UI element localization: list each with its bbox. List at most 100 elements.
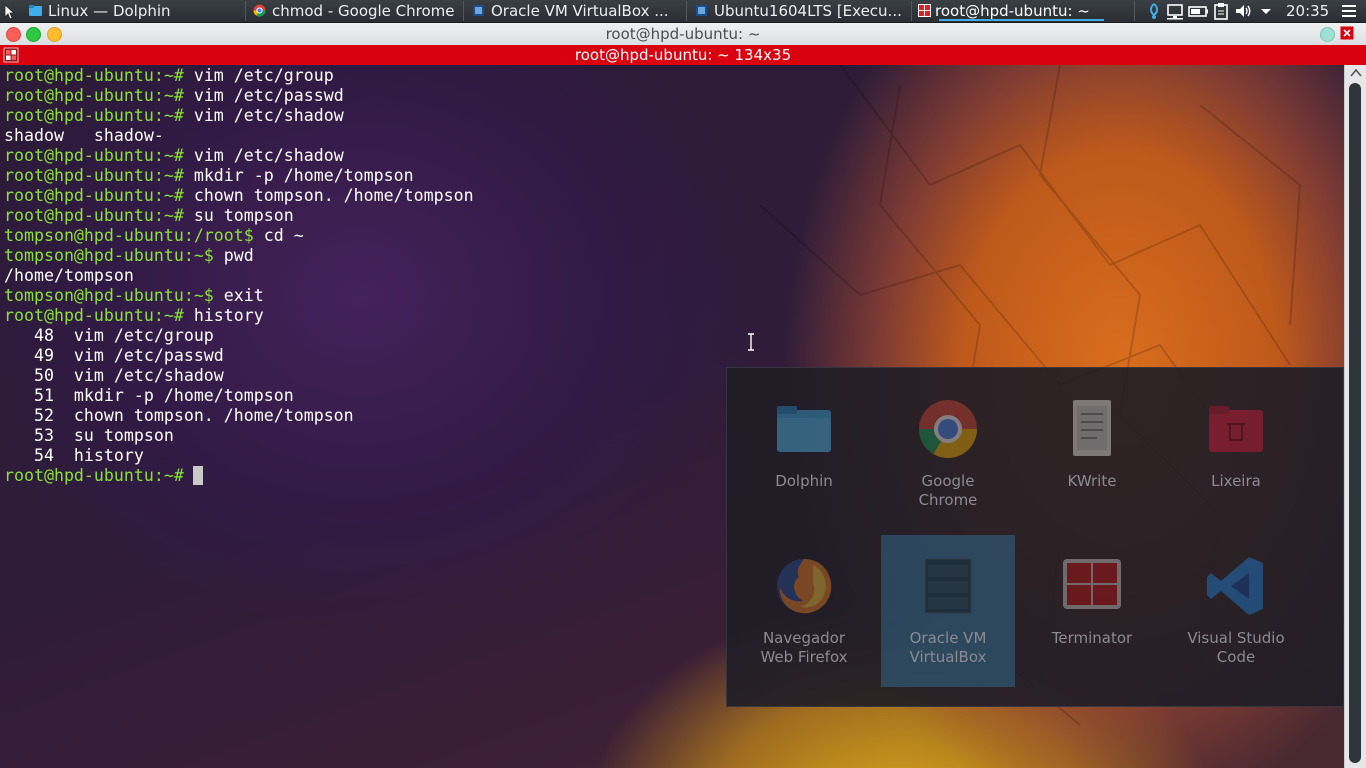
terminal-header-label: root@hpd-ubuntu: ~ 134x35 — [574, 46, 792, 64]
command-output: shadow shadow- — [4, 126, 164, 145]
task-ubuntu-vm[interactable]: Ubuntu1604LTS [Execu... — [688, 1, 912, 21]
clipboard-icon[interactable] — [1212, 2, 1230, 20]
terminator-icon — [1063, 559, 1121, 609]
application-launcher-icon[interactable] — [2, 2, 18, 20]
volume-icon[interactable] — [1234, 2, 1252, 20]
keep-above-button[interactable] — [1320, 27, 1335, 42]
command-output: 52 chown tompson. /home/tompson — [4, 406, 354, 425]
scroll-up-arrow-icon[interactable] — [1350, 68, 1362, 78]
command-output: 51 mkdir -p /home/tompson — [4, 386, 294, 405]
shell-prompt: root@hpd-ubuntu:~# — [4, 306, 194, 325]
command-output: 53 su tompson — [4, 426, 174, 445]
app-launcher-overlay: Dolphin Google Chrome KWrite Lixeira Nav… — [726, 367, 1344, 707]
task-label: chmod - Google Chrome — [272, 2, 455, 20]
panel-menu-icon[interactable] — [1340, 3, 1358, 19]
launcher-app-firefox[interactable]: Navegador Web Firefox — [737, 555, 871, 707]
trash-icon — [1209, 406, 1263, 452]
window-titlebar[interactable]: root@hpd-ubuntu: ~ — [0, 23, 1366, 46]
display-icon[interactable] — [1166, 2, 1186, 20]
terminal-line: 53 su tompson — [4, 426, 474, 446]
command-output: 49 vim /etc/passwd — [4, 346, 224, 365]
task-virtualbox-manager[interactable]: Oracle VM VirtualBox ... — [465, 1, 687, 21]
minimize-button[interactable] — [47, 27, 62, 42]
terminal-line: root@hpd-ubuntu:~# mkdir -p /home/tompso… — [4, 166, 474, 186]
maximize-button[interactable] — [26, 27, 41, 42]
shell-prompt: root@hpd-ubuntu:~# — [4, 166, 194, 185]
terminal-area[interactable]: root@hpd-ubuntu:~# vim /etc/group root@hp… — [0, 65, 1344, 768]
terminal-line: tompson@hpd-ubuntu:/root$ cd ~ — [4, 226, 474, 246]
clock[interactable]: 20:35 — [1286, 0, 1329, 22]
task-dolphin[interactable]: Linux — Dolphin — [22, 1, 246, 21]
shell-command: history — [193, 306, 264, 325]
taskbar: Linux — Dolphin chmod - Google Chrome Or… — [0, 0, 1366, 23]
terminal-line: 52 chown tompson. /home/tompson — [4, 406, 474, 426]
command-output: 54 history — [4, 446, 144, 465]
terminal-line: tompson@hpd-ubuntu:~$ pwd — [4, 246, 474, 266]
terminal-line: root@hpd-ubuntu:~# vim /etc/passwd — [4, 86, 474, 106]
launcher-app-lixeira[interactable]: Lixeira — [1169, 398, 1303, 550]
terminal-line: /home/tompson — [4, 266, 474, 286]
app-label: Terminator — [1051, 629, 1133, 647]
app-label: Navegador Web Firefox — [760, 629, 848, 666]
task-label: Oracle VM VirtualBox ... — [491, 2, 669, 20]
terminal-line: 54 history — [4, 446, 474, 466]
task-chrome[interactable]: chmod - Google Chrome — [246, 1, 464, 21]
shell-command: vim /etc/passwd — [193, 86, 344, 105]
battery-icon[interactable] — [1188, 2, 1210, 20]
shell-command: vim /etc/group — [193, 66, 334, 85]
shell-prompt: tompson@hpd-ubuntu:~$ — [4, 286, 224, 305]
virtualbox-icon — [473, 5, 484, 16]
terminal-line: root@hpd-ubuntu:~# vim /etc/shadow — [4, 106, 474, 126]
task-terminator[interactable]: root@hpd-ubuntu: ~ — [913, 1, 1135, 21]
shell-prompt: root@hpd-ubuntu:~# — [4, 466, 194, 485]
terminal-cursor — [193, 466, 203, 485]
scrollbar-thumb[interactable] — [1349, 83, 1361, 763]
window-close-x-icon[interactable] — [1340, 26, 1354, 40]
terminal-line: root@hpd-ubuntu:~# chown tompson. /home/… — [4, 186, 474, 206]
launcher-app-google-chrome[interactable]: Google Chrome — [881, 398, 1015, 550]
shell-prompt: root@hpd-ubuntu:~# — [4, 206, 194, 225]
app-label: Dolphin — [775, 472, 833, 490]
terminal-line: 49 vim /etc/passwd — [4, 346, 474, 366]
launcher-app-kwrite[interactable]: KWrite — [1025, 398, 1159, 550]
task-label: Ubuntu1604LTS [Execu... — [714, 2, 902, 20]
shell-command: mkdir -p /home/tompson — [193, 166, 414, 185]
shell-command: vim /etc/shadow — [193, 146, 344, 165]
close-button[interactable] — [6, 27, 21, 42]
shell-command: exit — [223, 286, 264, 305]
virtualbox-icon — [924, 558, 972, 614]
chrome-icon — [253, 4, 266, 17]
app-label: KWrite — [1067, 472, 1117, 490]
launcher-app-virtualbox[interactable]: Oracle VM VirtualBox — [881, 535, 1015, 687]
terminal-scrollbar[interactable] — [1344, 65, 1366, 768]
vscode-icon — [1207, 557, 1263, 615]
shell-prompt: root@hpd-ubuntu:~# — [4, 66, 194, 85]
shell-command: cd ~ — [263, 226, 304, 245]
command-output: 48 vim /etc/group — [4, 326, 214, 345]
network-icon[interactable] — [1146, 2, 1162, 20]
shell-command: su tompson — [193, 206, 294, 225]
terminal-output: root@hpd-ubuntu:~# vim /etc/group root@hp… — [4, 66, 474, 486]
task-label: Linux — Dolphin — [48, 2, 171, 20]
terminal-line: root@hpd-ubuntu:~# vim /etc/group — [4, 66, 474, 86]
terminator-icon[interactable] — [3, 47, 19, 63]
shell-prompt: root@hpd-ubuntu:~# — [4, 146, 194, 165]
shell-prompt: root@hpd-ubuntu:~# — [4, 186, 194, 205]
shell-prompt: tompson@hpd-ubuntu:/root$ — [4, 226, 264, 245]
shell-prompt: tompson@hpd-ubuntu:~$ — [4, 246, 224, 265]
app-label: Oracle VM VirtualBox — [909, 629, 987, 666]
launcher-app-terminator[interactable]: Terminator — [1025, 555, 1159, 707]
launcher-app-vscode[interactable]: Visual Studio Code — [1169, 555, 1303, 707]
terminal-title-bar[interactable]: root@hpd-ubuntu: ~ 134x35 — [0, 45, 1366, 65]
app-label: Lixeira — [1211, 472, 1261, 490]
terminator-icon — [918, 4, 931, 17]
window-title: root@hpd-ubuntu: ~ — [605, 25, 761, 43]
folder-icon — [777, 406, 831, 452]
shell-prompt: root@hpd-ubuntu:~# — [4, 106, 194, 125]
shell-prompt: root@hpd-ubuntu:~# — [4, 86, 194, 105]
shell-command: vim /etc/shadow — [193, 106, 344, 125]
terminal-line: 51 mkdir -p /home/tompson — [4, 386, 474, 406]
expand-arrow-icon[interactable] — [1259, 2, 1273, 20]
launcher-app-dolphin[interactable]: Dolphin — [737, 398, 871, 550]
terminal-line: root@hpd-ubuntu:~# — [4, 466, 474, 486]
